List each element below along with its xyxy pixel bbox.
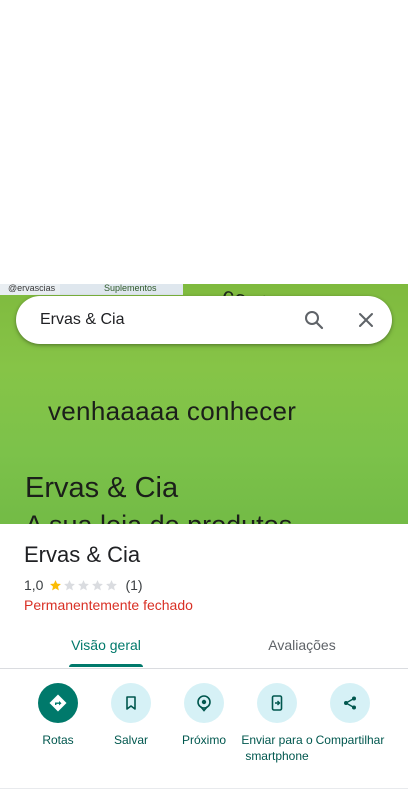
photo-text-line2: Ervas & Cia [25, 472, 179, 504]
place-title: Ervas & Cia [24, 542, 141, 567]
send-to-phone-label: Enviar para o smartphone [241, 733, 313, 763]
action-row: Rotas Salvar Próximo Enviar para o smart… [0, 683, 408, 783]
directions-button[interactable]: Rotas [18, 683, 98, 748]
tab-bar: Visão geral Avaliações [0, 622, 408, 669]
nearby-icon [184, 683, 224, 723]
tab-indicator [69, 664, 143, 667]
tab-overview[interactable]: Visão geral [0, 622, 212, 668]
save-button[interactable]: Salvar [91, 683, 171, 748]
star-icon [64, 579, 76, 590]
photo-handle-text: @ervascias [8, 284, 56, 293]
send-to-phone-button[interactable]: Enviar para o smartphone [237, 683, 317, 764]
photo-text-line3: A sua loja de produtos [25, 510, 292, 524]
star-icon [106, 579, 118, 590]
save-label: Salvar [113, 733, 148, 747]
photo-supl-text: Suplementos [104, 284, 157, 293]
directions-label: Rotas [42, 733, 74, 747]
rating-stars [49, 579, 119, 592]
photo-text-line1: venhaaaaa conhecer [48, 396, 297, 426]
bookmark-icon [111, 683, 151, 723]
place-page: @ervascias Suplementos conhece a l venha… [0, 0, 408, 808]
rating-row[interactable]: 1,0 (1) [24, 577, 143, 593]
share-label: Compartilhar [315, 733, 385, 747]
nearby-button[interactable]: Próximo [164, 683, 244, 748]
search-query[interactable]: Ervas & Cia [40, 311, 124, 329]
divider [0, 788, 408, 789]
tab-reviews[interactable]: Avaliações [196, 622, 408, 668]
status-text: Permanentemente fechado [24, 597, 193, 613]
star-icon [78, 579, 90, 590]
directions-icon [38, 683, 78, 723]
search-bar[interactable]: Ervas & Cia [16, 296, 392, 344]
star-icon [92, 579, 104, 590]
review-count: (1) [125, 577, 143, 593]
send-to-phone-icon [257, 683, 297, 723]
star-icon [50, 579, 62, 590]
share-icon [330, 683, 370, 723]
search-icon[interactable] [302, 308, 326, 332]
nearby-label: Próximo [181, 733, 226, 747]
rating-value: 1,0 [24, 577, 44, 593]
share-button[interactable]: Compartilhar [310, 683, 390, 748]
close-icon[interactable] [354, 308, 378, 332]
